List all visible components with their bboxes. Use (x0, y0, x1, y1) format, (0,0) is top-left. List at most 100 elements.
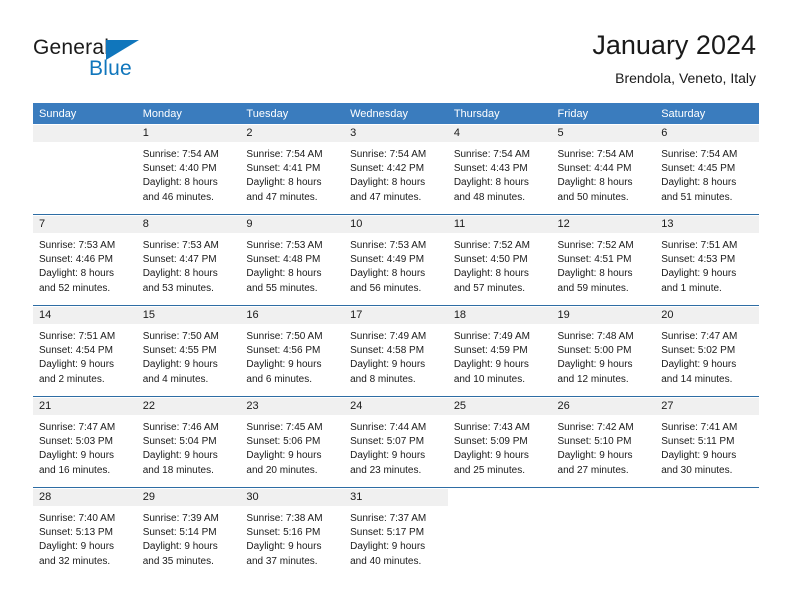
day-cell-31[interactable]: 31 Sunrise: 7:37 AM Sunset: 5:17 PM Dayligh… (344, 489, 448, 578)
day-cell-3[interactable]: 3 Sunrise: 7:54 AM Sunset: 4:42 PM Daylight… (344, 125, 448, 214)
day-cell-1[interactable]: 1 Sunrise: 7:54 AM Sunset: 4:40 PM Daylight… (136, 125, 241, 214)
sunset-line: Sunset: 5:06 PM (246, 436, 321, 448)
daylight-line: Daylight: 9 hours (661, 268, 737, 280)
day-cell-21[interactable]: 21 Sunrise: 7:47 AM Sunset: 5:03 PM Dayligh… (33, 398, 137, 487)
sunset-line: Sunset: 5:13 PM (39, 527, 113, 539)
calendar-cell: 15 Sunrise: 7:50 AM Sunset: 4:55 PM Dayligh… (136, 307, 241, 397)
calendar-cell: 20 Sunrise: 7:47 AM Sunset: 5:02 PM Dayligh… (655, 307, 759, 397)
sunset-line: Sunset: 4:58 PM (350, 345, 425, 357)
day-number: 28 (33, 489, 137, 506)
day-details: Sunrise: 7:43 AM Sunset: 5:09 PM Daylight:… (448, 415, 552, 478)
calendar-cell: 29 Sunrise: 7:39 AM Sunset: 5:14 PM Dayligh… (136, 489, 241, 578)
calendar-cell: 5 Sunrise: 7:54 AM Sunset: 4:44 PM Daylight… (551, 125, 656, 215)
day-number: 1 (136, 125, 241, 142)
day-number: 11 (447, 216, 552, 233)
day-cell-23[interactable]: 23 Sunrise: 7:45 AM Sunset: 5:06 PM Dayligh… (240, 398, 345, 487)
day-cell-4[interactable]: 4 Sunrise: 7:54 AM Sunset: 4:43 PM Daylight… (447, 125, 552, 214)
calendar-cell: 7 Sunrise: 7:53 AM Sunset: 4:46 PM Daylight… (33, 216, 137, 306)
calendar-page: General Blue January 2024 Brendola, Vene… (0, 0, 792, 612)
day-cell-18[interactable]: 18 Sunrise: 7:49 AM Sunset: 4:59 PM Dayligh… (447, 307, 552, 396)
weekday-header-thursday: Thursday (447, 103, 552, 124)
calendar-cell: 6 Sunrise: 7:54 AM Sunset: 4:45 PM Daylight… (655, 125, 759, 215)
day-cell-14[interactable]: 14 Sunrise: 7:51 AM Sunset: 4:54 PM Dayligh… (33, 307, 137, 396)
daylight-line-2: and 47 minutes. (246, 191, 318, 203)
daylight-line-2: and 51 minutes. (661, 191, 733, 203)
day-details: Sunrise: 7:54 AM Sunset: 4:45 PM Daylight:… (655, 142, 759, 205)
daylight-line: Daylight: 9 hours (557, 359, 633, 371)
day-number: 5 (551, 125, 656, 142)
day-number: 21 (33, 398, 137, 415)
day-cell-19[interactable]: 19 Sunrise: 7:48 AM Sunset: 5:00 PM Dayligh… (551, 307, 656, 396)
sunrise-line: Sunrise: 7:54 AM (142, 149, 219, 160)
weekday-header-wednesday: Wednesday (344, 103, 448, 124)
sunset-line: Sunset: 4:47 PM (142, 254, 217, 266)
day-cell-16[interactable]: 16 Sunrise: 7:50 AM Sunset: 4:56 PM Dayligh… (240, 307, 345, 396)
calendar-cell (447, 489, 552, 578)
day-details: Sunrise: 7:54 AM Sunset: 4:44 PM Daylight:… (552, 142, 656, 205)
calendar-cell: 12 Sunrise: 7:52 AM Sunset: 4:51 PM Dayligh… (551, 216, 656, 306)
day-cell-10[interactable]: 10 Sunrise: 7:53 AM Sunset: 4:49 PM Dayligh… (344, 216, 448, 305)
sunset-line: Sunset: 4:45 PM (661, 163, 736, 175)
day-cell-25[interactable]: 25 Sunrise: 7:43 AM Sunset: 5:09 PM Dayligh… (447, 398, 552, 487)
day-number: 14 (33, 307, 137, 324)
day-cell-13[interactable]: 13 Sunrise: 7:51 AM Sunset: 4:53 PM Dayligh… (655, 216, 759, 305)
page-subtitle: Brendola, Veneto, Italy (615, 70, 756, 86)
daylight-line-2: and 55 minutes. (246, 282, 318, 294)
calendar-cell: 30 Sunrise: 7:38 AM Sunset: 5:16 PM Dayligh… (240, 489, 345, 578)
day-cell-12[interactable]: 12 Sunrise: 7:52 AM Sunset: 4:51 PM Dayligh… (551, 216, 656, 305)
weekday-header-monday: Monday (136, 103, 241, 124)
daylight-line: Daylight: 8 hours (246, 268, 322, 280)
day-details: Sunrise: 7:52 AM Sunset: 4:50 PM Daylight:… (448, 233, 552, 296)
calendar-header-row: Sunday Monday Tuesday Wednesday Thursday… (33, 103, 759, 124)
sunset-line: Sunset: 5:16 PM (246, 527, 321, 539)
day-details: Sunrise: 7:39 AM Sunset: 5:14 PM Daylight:… (137, 506, 241, 569)
day-cell-8[interactable]: 8 Sunrise: 7:53 AM Sunset: 4:47 PM Daylight… (136, 216, 241, 305)
sunrise-line: Sunrise: 7:42 AM (557, 422, 634, 433)
day-cell-17[interactable]: 17 Sunrise: 7:49 AM Sunset: 4:58 PM Dayligh… (344, 307, 448, 396)
day-cell-28[interactable]: 28 Sunrise: 7:40 AM Sunset: 5:13 PM Dayligh… (33, 489, 137, 578)
day-cell-6[interactable]: 6 Sunrise: 7:54 AM Sunset: 4:45 PM Daylight… (655, 125, 759, 214)
sunset-line: Sunset: 5:11 PM (661, 436, 735, 448)
day-cell-7[interactable]: 7 Sunrise: 7:53 AM Sunset: 4:46 PM Daylight… (33, 216, 137, 305)
title-block: January 2024 Brendola, Veneto, Italy (592, 28, 756, 88)
day-cell-15[interactable]: 15 Sunrise: 7:50 AM Sunset: 4:55 PM Dayligh… (136, 307, 241, 396)
calendar-cell: 10 Sunrise: 7:53 AM Sunset: 4:49 PM Dayligh… (344, 216, 448, 306)
sunrise-line: Sunrise: 7:53 AM (142, 240, 219, 251)
day-cell-27[interactable]: 27 Sunrise: 7:41 AM Sunset: 5:11 PM Dayligh… (655, 398, 759, 487)
day-cell-20[interactable]: 20 Sunrise: 7:47 AM Sunset: 5:02 PM Dayligh… (655, 307, 759, 396)
day-details: Sunrise: 7:45 AM Sunset: 5:06 PM Daylight:… (240, 415, 344, 478)
day-number: 19 (551, 307, 656, 324)
day-cell-26[interactable]: 26 Sunrise: 7:42 AM Sunset: 5:10 PM Dayligh… (551, 398, 656, 487)
calendar-cell: 19 Sunrise: 7:48 AM Sunset: 5:00 PM Dayligh… (551, 307, 656, 397)
daylight-line-2: and 25 minutes. (453, 464, 525, 476)
daylight-line-2: and 18 minutes. (142, 464, 214, 476)
sunrise-line: Sunrise: 7:54 AM (246, 149, 323, 160)
day-details: Sunrise: 7:52 AM Sunset: 4:51 PM Daylight:… (552, 233, 656, 296)
calendar-cell: 28 Sunrise: 7:40 AM Sunset: 5:13 PM Dayligh… (33, 489, 137, 578)
calendar-cell: 11 Sunrise: 7:52 AM Sunset: 4:50 PM Dayligh… (447, 216, 552, 306)
day-cell-29[interactable]: 29 Sunrise: 7:39 AM Sunset: 5:14 PM Dayligh… (136, 489, 241, 578)
day-details: Sunrise: 7:53 AM Sunset: 4:48 PM Daylight:… (240, 233, 344, 296)
sunrise-line: Sunrise: 7:54 AM (661, 149, 738, 160)
sunrise-line: Sunrise: 7:53 AM (39, 240, 116, 251)
sunrise-line: Sunrise: 7:54 AM (453, 149, 530, 160)
day-details: Sunrise: 7:54 AM Sunset: 4:43 PM Daylight:… (448, 142, 552, 205)
sunset-line: Sunset: 5:09 PM (453, 436, 528, 448)
sunrise-line: Sunrise: 7:37 AM (350, 513, 427, 524)
day-cell-5[interactable]: 5 Sunrise: 7:54 AM Sunset: 4:44 PM Daylight… (551, 125, 656, 214)
general-blue-logo[interactable]: General Blue (33, 36, 233, 88)
day-number: 30 (240, 489, 345, 506)
day-cell-22[interactable]: 22 Sunrise: 7:46 AM Sunset: 5:04 PM Dayligh… (136, 398, 241, 487)
sunset-line: Sunset: 4:59 PM (453, 345, 528, 357)
day-cell-11[interactable]: 11 Sunrise: 7:52 AM Sunset: 4:50 PM Dayligh… (447, 216, 552, 305)
sunrise-line: Sunrise: 7:53 AM (350, 240, 427, 251)
day-cell-24[interactable]: 24 Sunrise: 7:44 AM Sunset: 5:07 PM Dayligh… (344, 398, 448, 487)
day-number: 24 (344, 398, 448, 415)
day-details: Sunrise: 7:41 AM Sunset: 5:11 PM Daylight:… (655, 415, 759, 478)
daylight-line-2: and 59 minutes. (557, 282, 629, 294)
day-cell-2[interactable]: 2 Sunrise: 7:54 AM Sunset: 4:41 PM Daylight… (240, 125, 345, 214)
sunrise-line: Sunrise: 7:53 AM (246, 240, 323, 251)
day-number: 18 (447, 307, 552, 324)
day-cell-9[interactable]: 9 Sunrise: 7:53 AM Sunset: 4:48 PM Daylight… (240, 216, 345, 305)
day-cell-30[interactable]: 30 Sunrise: 7:38 AM Sunset: 5:16 PM Dayligh… (240, 489, 345, 578)
